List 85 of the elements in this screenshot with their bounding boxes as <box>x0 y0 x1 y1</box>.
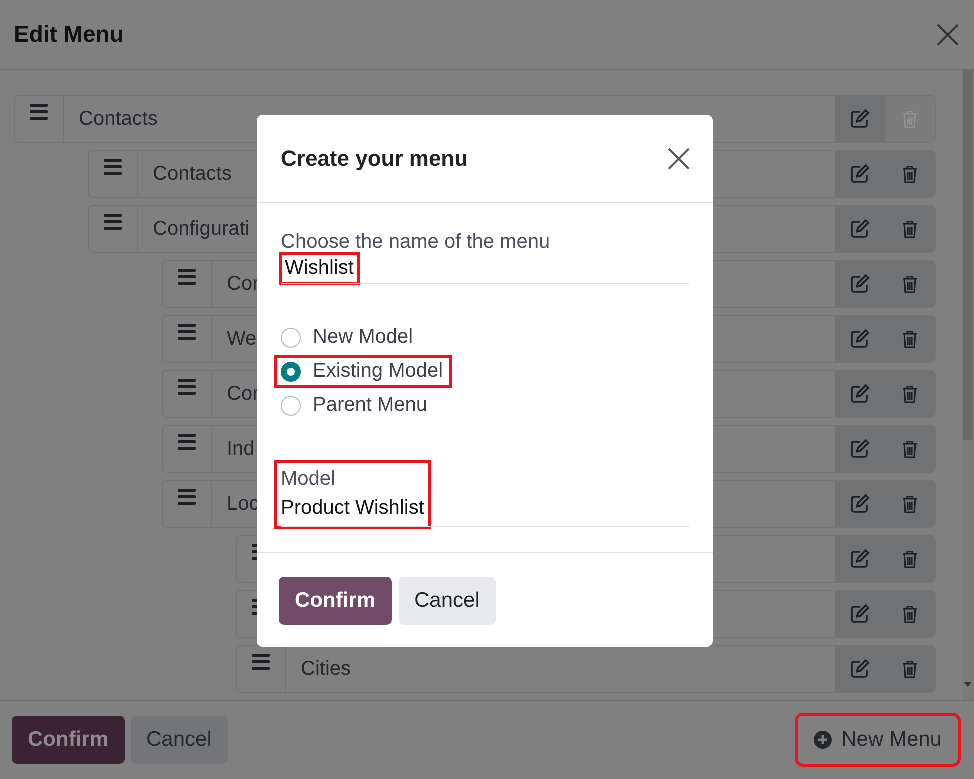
radio-button[interactable] <box>281 328 301 348</box>
trash-icon <box>902 440 918 458</box>
menu-label: Cities <box>301 658 352 680</box>
delete-button[interactable] <box>885 481 935 527</box>
confirm-button[interactable]: Confirm <box>279 577 392 625</box>
edit-icon <box>850 549 870 569</box>
delete-button[interactable] <box>885 261 935 307</box>
new-menu-button[interactable]: New Menu <box>798 716 958 764</box>
trash-icon <box>902 164 918 184</box>
menu-label: We <box>227 328 257 350</box>
close-button[interactable] <box>936 22 960 46</box>
delete-button[interactable] <box>885 536 935 582</box>
edit-button[interactable] <box>835 591 885 637</box>
menu-label: Loc <box>227 492 260 516</box>
drag-handle-icon[interactable] <box>30 104 48 120</box>
edit-button[interactable] <box>835 426 885 472</box>
trash-icon <box>902 110 918 128</box>
edit-button[interactable] <box>835 481 885 527</box>
edit-icon <box>850 109 870 129</box>
delete-button[interactable] <box>885 646 935 692</box>
trash-icon <box>902 604 918 624</box>
menu-label: Configurati <box>153 218 250 240</box>
trash-icon <box>902 330 918 348</box>
drag-handle-icon[interactable] <box>178 489 196 505</box>
radio-button[interactable] <box>281 362 301 382</box>
edit-icon <box>850 659 870 679</box>
drag-handle-icon[interactable] <box>178 269 196 285</box>
trash-icon <box>902 550 918 568</box>
edit-button[interactable] <box>835 646 885 692</box>
edit-icon <box>850 164 870 184</box>
name-input[interactable]: Wishlist <box>281 254 358 283</box>
menu-label: Cor <box>227 272 260 296</box>
delete-button[interactable] <box>885 371 935 417</box>
close-button[interactable] <box>667 146 691 170</box>
edit-button[interactable] <box>835 206 885 252</box>
menu-label: Contacts <box>79 108 158 130</box>
delete-button[interactable] <box>885 151 935 197</box>
edit-icon <box>850 494 870 514</box>
delete-button[interactable] <box>885 316 935 362</box>
edit-button[interactable] <box>835 151 885 197</box>
radio-label: Parent Menu <box>313 394 428 417</box>
model-value: Product Wishlist <box>281 497 424 520</box>
edit-button[interactable] <box>835 316 885 362</box>
trash-icon <box>902 220 918 238</box>
radio-button[interactable] <box>281 396 301 416</box>
trash-icon <box>902 384 918 404</box>
radio-label: New Model <box>313 326 414 349</box>
edit-icon <box>850 384 870 404</box>
edit-button[interactable] <box>835 536 885 582</box>
edit-button[interactable] <box>835 96 885 142</box>
menu-label: Ind <box>227 438 255 460</box>
trash-icon <box>902 494 918 514</box>
drag-handle-icon[interactable] <box>104 159 122 175</box>
edit-button[interactable] <box>835 371 885 417</box>
radio-option[interactable]: New Model <box>277 324 420 351</box>
field-label: Choose the name of the menu <box>281 231 552 254</box>
trash-icon <box>902 274 918 294</box>
edit-icon <box>850 439 870 459</box>
plus-circle-icon <box>814 731 832 749</box>
menu-label: Cor <box>227 382 260 406</box>
menu-label: Contacts <box>153 162 232 186</box>
edit-button[interactable] <box>835 261 885 307</box>
field-label: Model <box>281 468 336 491</box>
edit-icon <box>850 219 870 239</box>
radio-option[interactable]: Existing Model <box>277 358 450 385</box>
delete-button[interactable] <box>885 591 935 637</box>
delete-button[interactable] <box>885 206 935 252</box>
trash-icon <box>902 660 918 678</box>
delete-button[interactable] <box>885 426 935 472</box>
scrollbar[interactable] <box>962 70 974 700</box>
dialog-title: Create your menu <box>281 146 468 172</box>
edit-icon <box>850 329 870 349</box>
edit-icon <box>850 604 870 624</box>
drag-handle-icon[interactable] <box>178 324 196 340</box>
confirm-button[interactable]: Confirm <box>12 716 124 764</box>
radio-option[interactable]: Parent Menu <box>277 392 434 419</box>
drag-handle-icon[interactable] <box>104 214 122 230</box>
drag-handle-icon[interactable] <box>178 434 196 450</box>
edit-icon <box>850 274 870 294</box>
radio-label: Existing Model <box>313 360 444 383</box>
drag-handle-icon[interactable] <box>178 379 196 395</box>
model-field[interactable]: Model Product Wishlist <box>277 463 428 526</box>
cancel-button[interactable]: Cancel <box>398 577 496 625</box>
drag-handle-icon[interactable] <box>252 654 270 670</box>
window-title: Edit Menu <box>14 21 124 48</box>
